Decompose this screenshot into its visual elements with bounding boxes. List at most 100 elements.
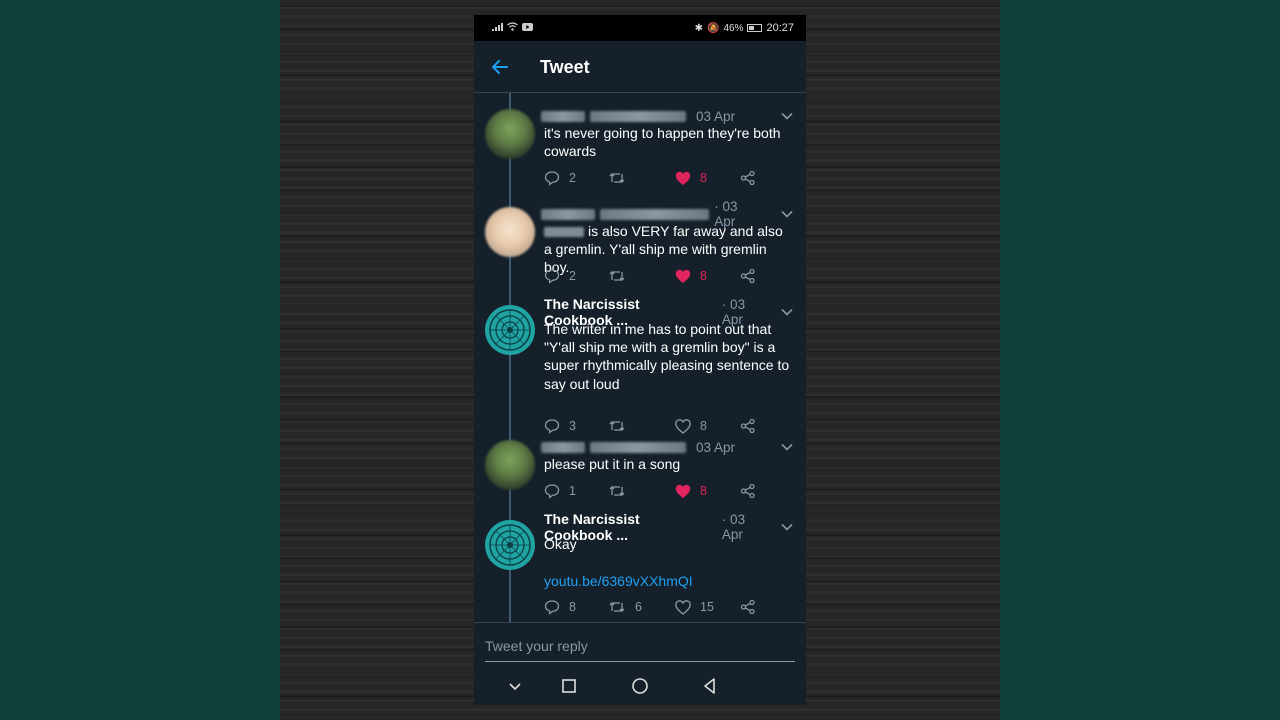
retweet-icon [609, 271, 625, 281]
reply-count: 1 [569, 484, 576, 498]
avatar[interactable] [485, 440, 535, 490]
blurred-handle [590, 441, 686, 453]
signal-icon [492, 23, 503, 31]
tweet-text: it's never going to happen they're both … [544, 125, 781, 160]
battery-icon [747, 24, 763, 32]
retweet-icon [609, 602, 625, 612]
status-bar: ✱ 🔕 46% 20:27 [474, 15, 806, 41]
youtube-icon [522, 23, 533, 31]
retweet-button[interactable] [608, 482, 635, 500]
battery-percent: 46% [723, 22, 744, 34]
blurred-handle [590, 110, 686, 122]
retweet-button[interactable] [608, 417, 635, 435]
share-icon [740, 599, 755, 615]
tweet-actions: 8 6 15 [544, 598, 774, 616]
reply-button[interactable]: 3 [544, 417, 576, 435]
avatar[interactable] [485, 207, 535, 257]
like-count: 8 [700, 484, 707, 498]
tweet-meta: · 03 Apr [541, 199, 761, 229]
tweet-date: 03 Apr [696, 439, 736, 455]
spiral-logo-icon [489, 309, 531, 351]
share-button[interactable] [740, 598, 756, 616]
retweet-button[interactable] [608, 169, 635, 187]
reply-icon [544, 600, 560, 615]
heart-icon [675, 599, 691, 615]
share-button[interactable] [740, 169, 756, 187]
reply-button[interactable]: 8 [544, 598, 576, 616]
reply-count: 2 [569, 171, 576, 185]
reply-input[interactable]: Tweet your reply [485, 636, 795, 662]
chevron-down-icon[interactable] [780, 207, 794, 221]
chevron-down-icon[interactable] [780, 440, 794, 454]
back-arrow-icon[interactable] [488, 55, 512, 79]
tweet-meta: The Narcissist Cookbook ... · 03 Apr [544, 296, 764, 328]
heart-icon [675, 418, 691, 434]
reply-count: 8 [569, 600, 576, 614]
reply-button[interactable]: 2 [544, 169, 576, 187]
recents-square-icon[interactable] [558, 675, 580, 697]
like-count: 8 [700, 171, 707, 185]
tweet-actions: 2 8 [544, 267, 774, 285]
like-button[interactable]: 15 [675, 598, 714, 616]
wifi-icon [507, 22, 518, 31]
tweet-meta: 03 Apr [541, 438, 761, 456]
reply-icon [544, 484, 560, 499]
back-triangle-icon[interactable] [699, 675, 721, 697]
share-icon [740, 418, 755, 434]
bluetooth-icon: ✱ [694, 22, 703, 34]
home-circle-icon[interactable] [629, 675, 651, 697]
mute-icon: 🔕 [707, 22, 720, 34]
tweet-link[interactable]: youtu.be/6369vXXhmQI [544, 572, 794, 590]
tweet-meta: 03 Apr [541, 107, 761, 125]
like-button[interactable]: 8 [675, 417, 707, 435]
share-button[interactable] [740, 417, 756, 435]
share-icon [740, 268, 755, 284]
avatar[interactable] [485, 520, 535, 570]
reply-button[interactable]: 1 [544, 482, 576, 500]
clock: 20:27 [766, 22, 794, 34]
avatar[interactable] [485, 109, 535, 159]
reply-icon [544, 419, 560, 434]
chevron-down-icon[interactable] [780, 109, 794, 123]
chevron-down-icon[interactable] [780, 520, 794, 534]
retweet-button[interactable] [608, 267, 635, 285]
like-count: 8 [700, 269, 707, 283]
reply-count: 3 [569, 419, 576, 433]
reply-placeholder: Tweet your reply [485, 638, 588, 654]
like-button[interactable]: 8 [675, 267, 707, 285]
phone-screen: ✱ 🔕 46% 20:27 Tweet 03 Apr it's never go… [474, 15, 806, 705]
reply-button[interactable]: 2 [544, 267, 576, 285]
blurred-mention [544, 227, 584, 238]
tweet-text: Okay [544, 536, 577, 552]
share-icon [740, 483, 755, 499]
share-icon [740, 170, 755, 186]
retweet-icon [609, 421, 625, 431]
like-button[interactable]: 8 [675, 169, 707, 187]
system-navbar [474, 667, 806, 705]
blurred-name [541, 110, 585, 122]
like-count: 15 [700, 600, 714, 614]
share-button[interactable] [740, 482, 756, 500]
reply-icon [544, 269, 560, 284]
spiral-logo-icon [489, 524, 531, 566]
avatar[interactable] [485, 305, 535, 355]
divider [474, 622, 806, 623]
blurred-name [541, 441, 585, 453]
tweet-actions: 1 8 [544, 482, 774, 500]
tweet-actions: 2 8 [544, 169, 774, 187]
heart-icon [675, 269, 691, 283]
retweet-button[interactable]: 6 [608, 598, 642, 616]
tweet-text: The writer in me has to point out that "… [544, 321, 790, 392]
tweet-date: 03 Apr [696, 108, 736, 124]
blurred-handle [600, 208, 710, 220]
like-button[interactable]: 8 [675, 482, 707, 500]
reply-count: 2 [569, 269, 576, 283]
tweet-text: please put it in a song [544, 456, 681, 472]
tweet-meta: The Narcissist Cookbook ... · 03 Apr [544, 511, 764, 543]
share-button[interactable] [740, 267, 756, 285]
retweet-count: 6 [635, 600, 642, 614]
chevron-down-icon[interactable] [504, 675, 526, 697]
reply-icon [544, 171, 560, 186]
tweet-actions: 3 8 [544, 417, 774, 435]
chevron-down-icon[interactable] [780, 305, 794, 319]
